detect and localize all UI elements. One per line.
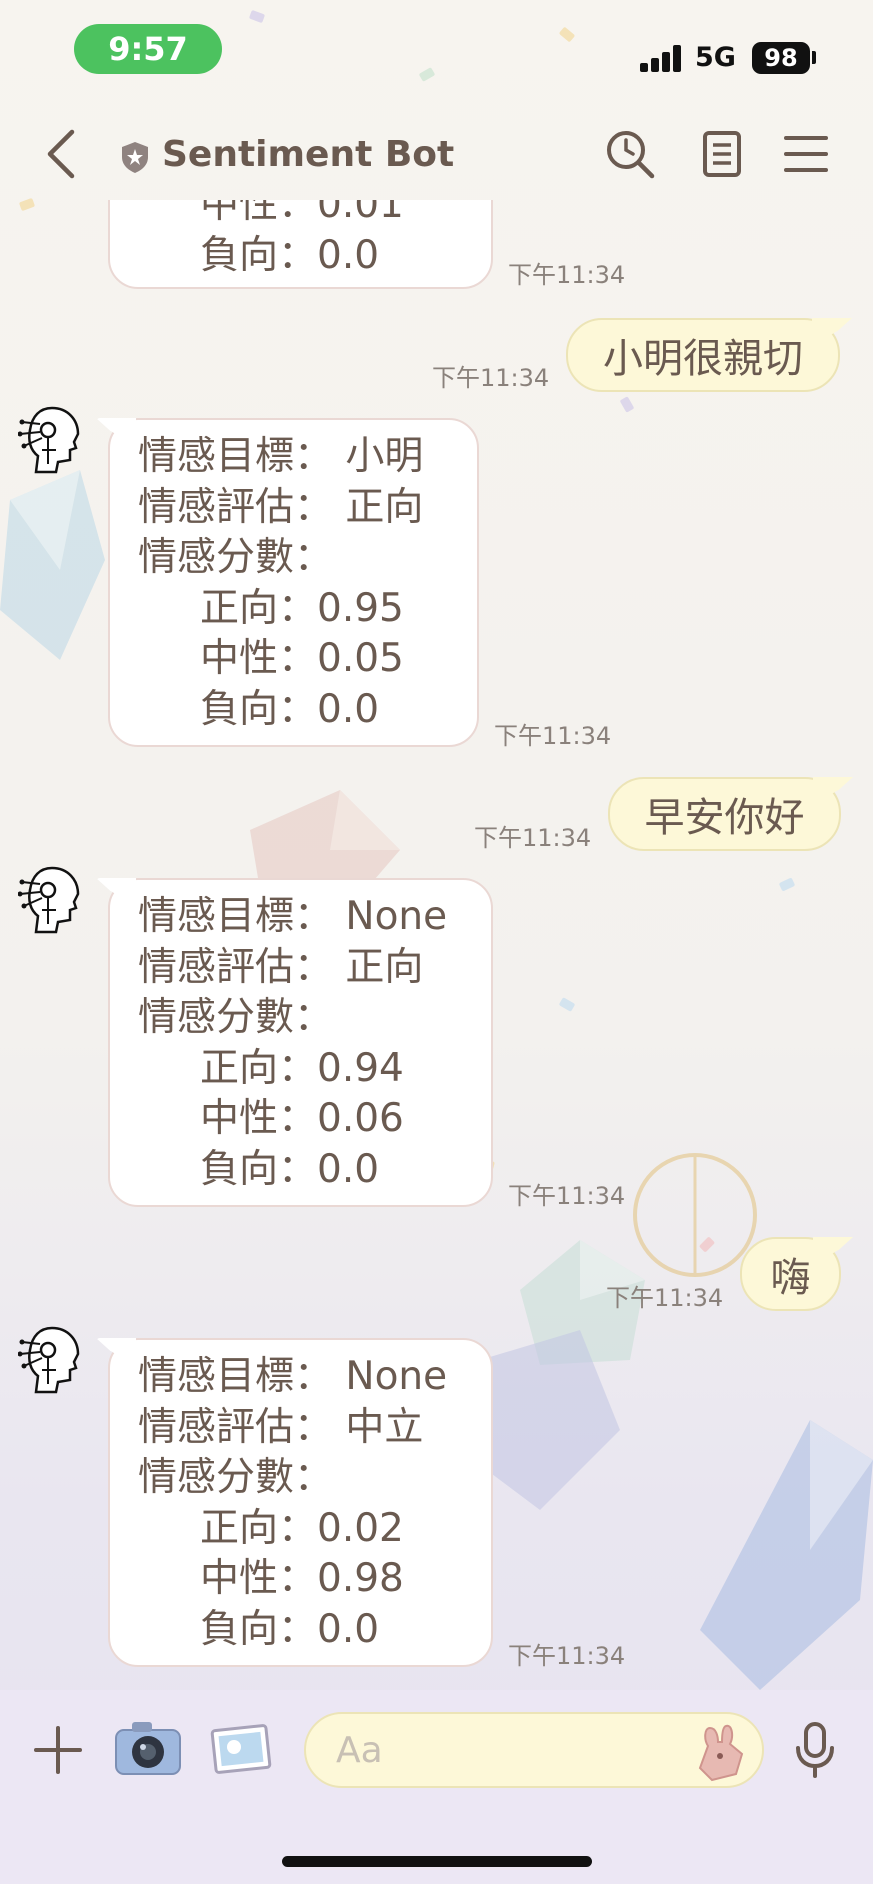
menu-icon[interactable] [780,128,832,180]
sentiment-target: 情感目標： 小明 [138,434,424,479]
message-time: 下午11:34 [508,1182,626,1210]
bot-message: 情感目標： 小明 情感評估： 正向 情感分數： 正向：0.95 中性：0.05 … [96,418,479,747]
notes-icon[interactable] [696,128,748,180]
message-time: 下午11:34 [508,1642,626,1670]
user-message: 早安你好 [608,777,853,851]
battery-icon: 98 [752,42,810,74]
sentiment-evaluation: 情感評估： 正向 [138,944,424,990]
search-history-icon[interactable] [604,128,656,180]
score-neutral: 中性：0.06 [200,1096,404,1141]
user-message-text: 小明很親切 [603,336,803,382]
user-message: 小明很親切 [566,318,852,392]
sentiment-evaluation: 情感評估： 中立 [138,1404,424,1450]
status-time: 9:57 [74,24,222,74]
sentiment-target: 情感目標： None [138,894,448,939]
score-neutral: 中性：0.01 [200,200,404,227]
score-neutral: 中性：0.98 [200,1556,404,1601]
camera-icon[interactable] [112,1718,184,1778]
back-icon[interactable] [38,126,88,182]
bot-message: 中性：0.01 負向：0.0 [108,200,493,289]
score-negative: 負向：0.0 [200,232,380,278]
signal-icon [640,44,684,72]
network-type: 5G [695,42,736,73]
shield-icon [122,142,148,173]
battery-cap [812,51,816,64]
score-neutral: 中性：0.05 [200,636,404,681]
status-bar: 9:57 5G 98 [0,0,873,100]
chat-header: Sentiment Bot [0,100,873,210]
bot-avatar[interactable] [18,1322,82,1394]
image-icon[interactable] [210,1720,272,1776]
score-positive: 正向：0.94 [200,1045,404,1091]
message-time: 下午11:34 [432,364,550,392]
score-positive: 正向：0.95 [200,585,404,631]
sentiment-evaluation: 情感評估： 正向 [138,484,424,530]
score-positive: 正向：0.02 [200,1505,404,1551]
bot-avatar[interactable] [18,402,82,474]
plus-icon[interactable] [32,1724,84,1776]
input-bar [0,1690,873,1884]
message-time: 下午11:34 [606,1284,724,1312]
message-time: 下午11:34 [494,722,612,750]
bot-message: 情感目標： None 情感評估： 中立 情感分數： 正向：0.02 中性：0.9… [96,1338,493,1667]
chat-title[interactable]: Sentiment Bot [162,134,454,175]
bot-message: 情感目標： None 情感評估： 正向 情感分數： 正向：0.94 中性：0.0… [96,878,493,1207]
user-message: 嗨 [740,1237,853,1311]
home-indicator[interactable] [282,1856,592,1867]
microphone-icon[interactable] [792,1720,838,1780]
sentiment-scores-label: 情感分數： [138,1455,334,1500]
bot-avatar[interactable] [18,862,82,934]
sentiment-scores-label: 情感分數： [138,995,334,1040]
sentiment-scores-label: 情感分數： [138,535,334,580]
message-time: 下午11:34 [508,261,626,289]
score-negative: 負向：0.0 [200,1606,380,1652]
sticker-icon[interactable] [690,1718,750,1784]
score-negative: 負向：0.0 [200,1146,380,1192]
chat-area[interactable]: 中性：0.01 負向：0.0 下午11:34 小明很親切 下午11:34 情感目… [0,200,873,1690]
user-message-text: 早安你好 [644,795,805,841]
score-negative: 負向：0.0 [200,686,380,732]
user-message-text: 嗨 [770,1255,811,1301]
sentiment-target: 情感目標： None [138,1354,448,1399]
message-time: 下午11:34 [474,824,592,852]
